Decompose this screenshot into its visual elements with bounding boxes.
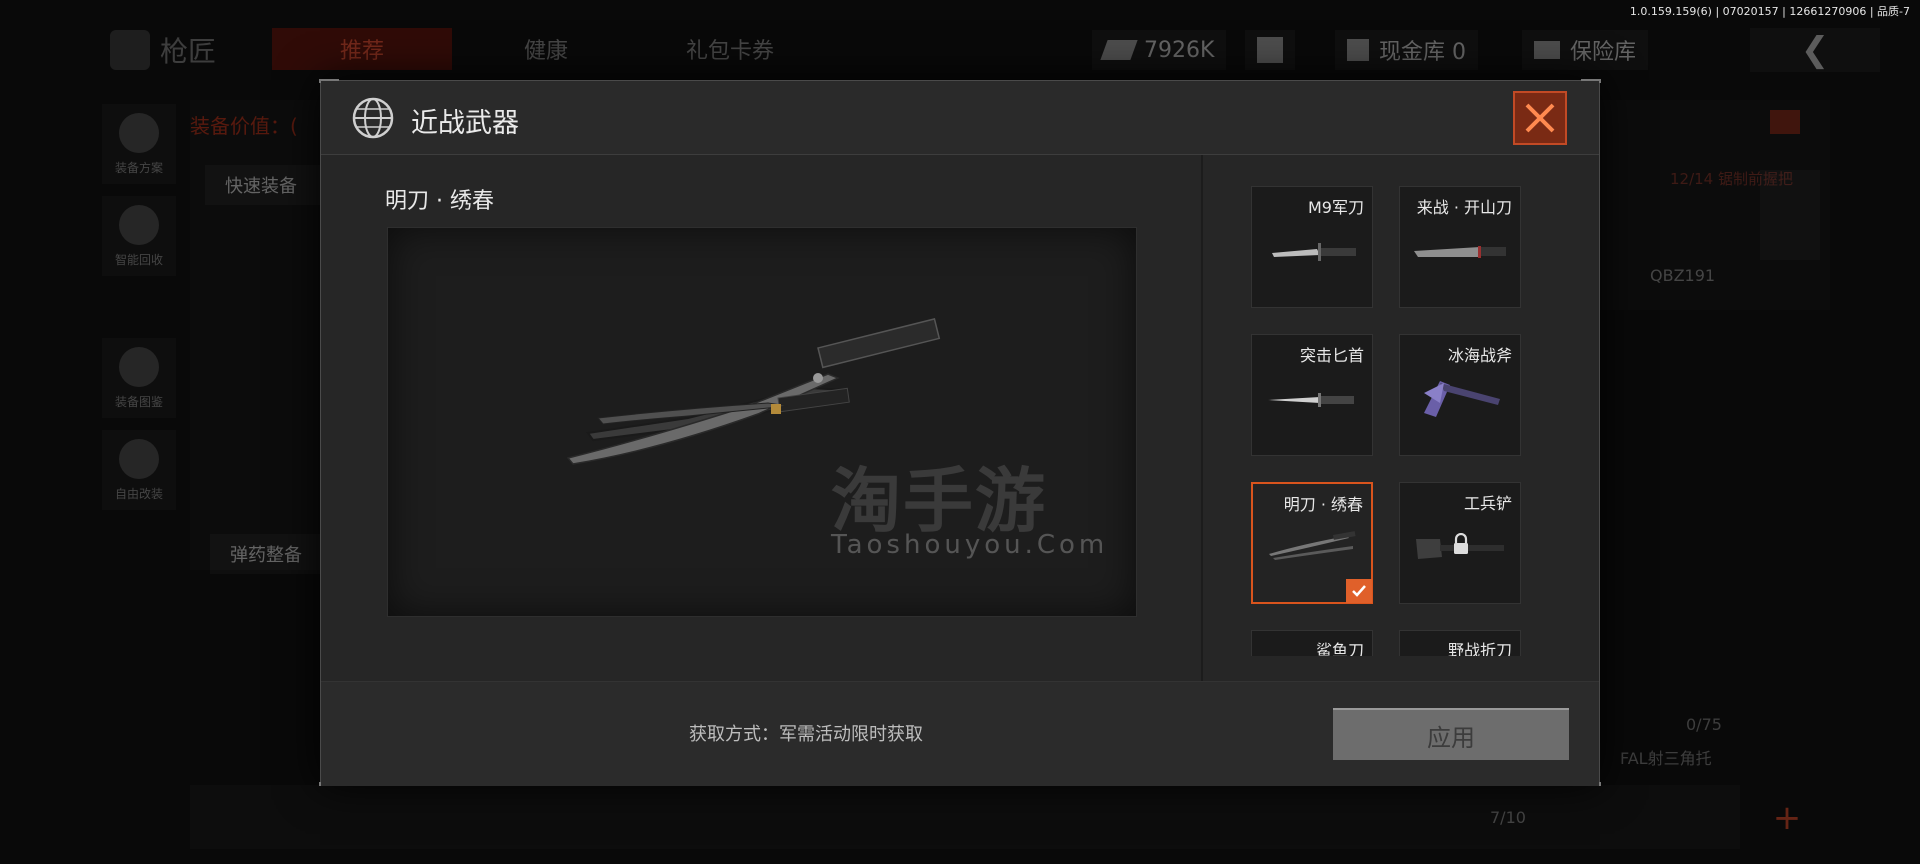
acquire-method: 获取方式：军需活动限时获取: [689, 724, 923, 745]
shop-icon: [1257, 37, 1283, 63]
back-button[interactable]: ❮: [1750, 28, 1880, 72]
twin-sword-icon: [1269, 531, 1356, 560]
top-bar: 枪匠 推荐 健康 礼包卡券 7926K 现金库 0 保险库 ❮: [0, 20, 1920, 80]
weapon-card-label: 野战折刀: [1447, 641, 1512, 656]
bg-ammo-button[interactable]: 弹药整备: [210, 534, 330, 574]
bg-right-mag: FAL射三角托: [1620, 749, 1712, 768]
bg-side-loadout[interactable]: 装备方案: [102, 104, 176, 184]
bg-right-ammo: 0/75: [1686, 715, 1722, 734]
weapon-card-label: 突击匕首: [1299, 346, 1364, 365]
close-button[interactable]: [1513, 91, 1567, 145]
bg-side-catalog[interactable]: 装备图鉴: [102, 338, 176, 418]
weapon-card-ice-axe[interactable]: 冰海战斧: [1399, 334, 1521, 456]
vault-icon: [1347, 39, 1369, 61]
axe-icon: [1424, 381, 1500, 417]
divider: [1201, 155, 1203, 681]
bg-vault-button[interactable]: 现金库 0: [1335, 30, 1478, 70]
bg-vault-label: 现金库 0: [1379, 40, 1466, 65]
weapon-card-label: 明刀 · 绣春: [1283, 495, 1363, 514]
soldier-icon: [119, 346, 159, 387]
bg-page-title: 枪匠: [110, 30, 216, 70]
bg-safe-label: 保险库: [1570, 40, 1637, 65]
version-info: 1.0.159.159(6) | 07020157 | 12661270906 …: [1629, 5, 1910, 18]
lock-icon: [1454, 533, 1468, 554]
weapon-card-label: 工兵铲: [1463, 494, 1512, 513]
globe-icon: [352, 97, 394, 139]
weapon-card-m9[interactable]: M9军刀: [1251, 186, 1373, 308]
layers-icon[interactable]: [1770, 110, 1800, 134]
bg-tab-health[interactable]: 健康: [456, 28, 636, 70]
dialog-header: 近战武器: [321, 81, 1599, 155]
bg-tab-gift[interactable]: 礼包卡券: [640, 28, 820, 70]
bg-side-label: 智能回收: [114, 252, 163, 267]
weapon-card-mingdao[interactable]: 明刀 · 绣春: [1251, 482, 1373, 604]
selected-weapon-name: 明刀 · 绣春: [385, 189, 494, 214]
weapon-card-machete[interactable]: 来战 · 开山刀: [1399, 186, 1521, 308]
stack-icon[interactable]: [1760, 170, 1820, 260]
bg-side-modify[interactable]: 自由改装: [102, 430, 176, 510]
selected-check-icon: [1346, 579, 1372, 603]
knife-icon: [1272, 243, 1356, 261]
weapon-card-assault-dagger[interactable]: 突击匕首: [1251, 334, 1373, 456]
bg-safe-button[interactable]: 保险库: [1522, 30, 1649, 70]
bg-shop-button[interactable]: [1245, 30, 1295, 70]
safe-icon: [1534, 41, 1560, 59]
bg-loadout-price: 装备价值：(: [190, 114, 298, 138]
bg-currency: 7926K: [1092, 30, 1227, 70]
close-icon: [1525, 103, 1555, 133]
bg-side-label: 装备方案: [114, 160, 163, 175]
weapon-card-label: 鲨鱼刀: [1315, 641, 1364, 656]
bg-quick-equip-button[interactable]: 快速装备: [205, 165, 325, 205]
bg-title-text: 枪匠: [160, 35, 217, 68]
cash-icon: [1100, 40, 1138, 60]
weapon-card-shovel[interactable]: 工兵铲: [1399, 482, 1521, 604]
gunsmith-logo-icon: [110, 30, 150, 70]
bg-side-label: 自由改装: [114, 486, 163, 501]
loadout-icon: [119, 112, 159, 153]
dialog-footer: 获取方式：军需活动限时获取 应用: [321, 681, 1599, 786]
weapon-card-label: 来战 · 开山刀: [1416, 198, 1512, 217]
melee-weapon-dialog: 近战武器 明刀 · 绣春 淘手游 Taoshouyou.Com M9军刀 来战 …: [319, 79, 1601, 786]
add-icon[interactable]: +: [1762, 798, 1812, 838]
watermark-sub: Taoshouyou.Com: [831, 530, 1109, 560]
apply-button[interactable]: 应用: [1333, 708, 1569, 760]
weapon-card-shark-knife[interactable]: 鲨鱼刀: [1251, 630, 1373, 656]
weapon-detail-area: 明刀 · 绣春 淘手游 Taoshouyou.Com: [321, 155, 1201, 681]
recycle-icon: [119, 204, 159, 245]
weapon-grid: M9军刀 来战 · 开山刀 突击匕首 冰海战斧 明刀 · 绣春 工兵铲 鲨鱼刀 …: [1251, 186, 1551, 656]
back-arrow-icon: ❮: [1800, 30, 1830, 70]
dialog-title: 近战武器: [411, 108, 519, 139]
machete-icon: [1414, 246, 1506, 258]
bg-count: 7/10: [1490, 808, 1526, 827]
bg-right-gun: QBZ191: [1650, 266, 1716, 285]
dagger-icon: [1268, 393, 1354, 407]
weapon-card-folding-knife[interactable]: 野战折刀: [1399, 630, 1521, 656]
weapon-card-label: 冰海战斧: [1447, 346, 1512, 365]
bg-side-label: 装备图鉴: [114, 394, 163, 409]
weapon-card-label: M9军刀: [1308, 198, 1364, 217]
bg-side-recycle[interactable]: 智能回收: [102, 196, 176, 276]
bg-tab-recommend[interactable]: 推荐: [272, 28, 452, 70]
gear-icon: [119, 438, 159, 479]
bg-currency-value: 7926K: [1144, 37, 1215, 63]
